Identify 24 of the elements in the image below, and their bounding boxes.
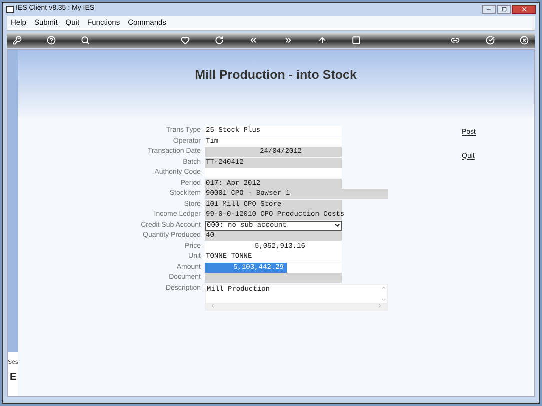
- search-icon[interactable]: [81, 36, 90, 45]
- double-chevron-left-icon[interactable]: [249, 36, 258, 45]
- minimize-icon: [486, 6, 492, 12]
- key-icon[interactable]: [13, 36, 22, 45]
- heart-icon[interactable]: [180, 36, 190, 45]
- link-icon[interactable]: [451, 36, 460, 45]
- refresh-icon[interactable]: [215, 36, 224, 45]
- close-button[interactable]: [512, 5, 536, 14]
- app-icon: [6, 6, 14, 13]
- close-icon[interactable]: [520, 36, 529, 45]
- square-icon[interactable]: [352, 36, 361, 45]
- page-title: Mill Production - into Stock: [195, 67, 357, 84]
- maximize-button[interactable]: [497, 5, 511, 14]
- dropdown-caret-icon: [334, 222, 341, 229]
- minimize-button[interactable]: [482, 5, 496, 14]
- up-arrow-icon[interactable]: [318, 36, 327, 45]
- check-icon[interactable]: [486, 36, 495, 45]
- input-field[interactable]: [205, 168, 342, 178]
- double-chevron-right-icon[interactable]: [284, 36, 293, 45]
- maximize-icon: [502, 7, 506, 12]
- input-field[interactable]: [205, 273, 342, 283]
- help-icon[interactable]: [47, 36, 56, 45]
- side-letter: E: [9, 373, 17, 383]
- close-icon: [520, 6, 528, 13]
